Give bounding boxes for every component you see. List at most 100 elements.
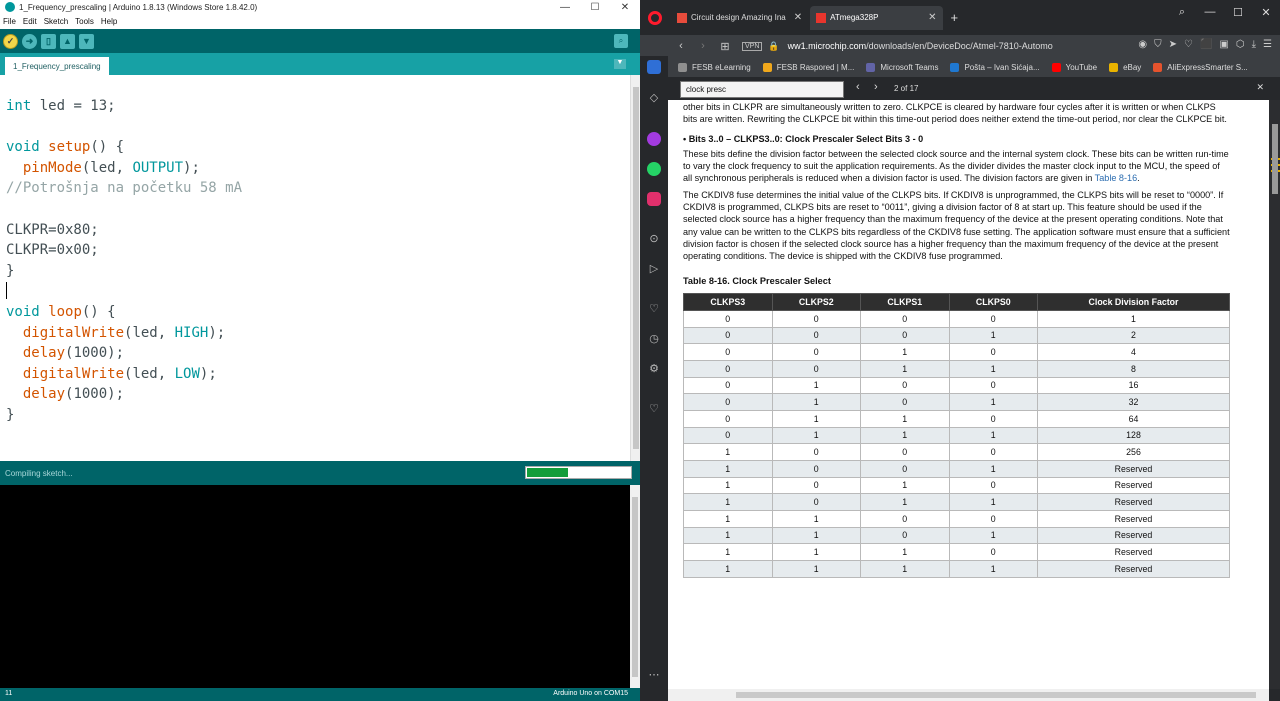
menu-file[interactable]: File xyxy=(3,17,16,26)
open-icon[interactable]: ▲ xyxy=(60,33,75,49)
find-previous-icon[interactable]: ‹ xyxy=(856,81,860,93)
download-icon[interactable]: ⤓ xyxy=(1252,39,1256,50)
shield-icon[interactable]: ⛉ xyxy=(1154,39,1162,50)
url-field[interactable]: ww1.microchip.com/downloads/en/DeviceDoc… xyxy=(788,41,1053,51)
line-number: 11 xyxy=(5,690,13,697)
table-row: 1 1 0 0 Reserved xyxy=(683,510,1230,528)
tab-menu-icon[interactable]: ▼ xyxy=(614,59,626,69)
table-cell: 0 xyxy=(683,376,773,395)
menu-sketch[interactable]: Sketch xyxy=(44,17,68,26)
code-line: } xyxy=(6,262,15,279)
table-cell: 0 xyxy=(948,376,1038,395)
table-cell: 0 xyxy=(771,326,861,345)
bookmark-icon xyxy=(678,62,687,72)
close-tab-icon[interactable]: ✕ xyxy=(928,12,936,23)
upload-icon[interactable]: ➜ xyxy=(22,33,37,49)
bookmark-aliexpress[interactable]: AliExpressSmarter S... xyxy=(1153,62,1248,72)
bookmark-microsoft-teams[interactable]: Microsoft Teams xyxy=(866,62,938,72)
vpn-badge[interactable]: VPN xyxy=(742,41,763,51)
serial-monitor-icon[interactable]: ⌕ xyxy=(614,34,628,48)
opera-logo-icon[interactable] xyxy=(648,10,662,25)
verify-icon[interactable]: ✓ xyxy=(3,33,18,49)
back-icon[interactable]: ‹ xyxy=(670,40,692,52)
code-line: } xyxy=(6,406,15,423)
editor-scrollbar[interactable] xyxy=(630,75,640,461)
more-icon[interactable]: ⋯ xyxy=(646,668,662,681)
bookmark-posta[interactable]: Pošta – Ivan Sićaja... xyxy=(950,62,1040,72)
section-heading: • Bits 3..0 – CLKPS3..0: Clock Prescaler… xyxy=(683,133,924,144)
output-console[interactable] xyxy=(0,485,640,688)
lock-icon[interactable]: 🔒 xyxy=(768,41,779,52)
menu-icon[interactable]: ☰ xyxy=(1263,39,1272,50)
whatsapp-icon[interactable] xyxy=(647,162,661,176)
tips-icon[interactable]: ♡ xyxy=(646,402,662,415)
table-cell: 1 xyxy=(771,543,861,562)
new-icon[interactable]: ▯ xyxy=(41,33,56,49)
tiles-icon[interactable]: ⊞ xyxy=(714,40,736,53)
tab-atmega328p[interactable]: ATmega328P ✕ xyxy=(810,5,943,30)
bookmark-fesb-elearning[interactable]: FESB eLearning xyxy=(678,62,751,72)
code-line: delay(1000); xyxy=(22,345,125,362)
close-icon[interactable]: ✕ xyxy=(1252,6,1280,19)
console-scrollbar[interactable] xyxy=(630,485,640,688)
pdf-vertical-scrollbar[interactable] xyxy=(1269,100,1280,689)
code-editor[interactable]: int led = 13; void setup() { pinMode(led… xyxy=(0,75,640,461)
menu-edit[interactable]: Edit xyxy=(23,17,37,26)
pdf-horizontal-scrollbar[interactable] xyxy=(668,689,1269,701)
new-tab-icon[interactable]: + xyxy=(951,10,959,25)
table-row: 1 0 1 0 Reserved xyxy=(683,476,1230,495)
pdf-viewer[interactable]: other bits in CLKPR are simultaneously w… xyxy=(668,100,1280,689)
history-icon[interactable]: ◷ xyxy=(646,332,662,345)
tab-circuit-design[interactable]: Circuit design Amazing Ina ✕ xyxy=(671,6,808,30)
menu-help[interactable]: Help xyxy=(101,17,117,26)
minimize-icon[interactable]: — xyxy=(1196,6,1224,19)
pdf-scroll-thumb[interactable] xyxy=(1272,124,1278,194)
maximize-icon[interactable]: ☐ xyxy=(580,2,610,13)
cube-icon[interactable]: ⬡ xyxy=(1236,39,1245,50)
forward-icon[interactable]: › xyxy=(692,40,714,52)
close-tab-icon[interactable]: ✕ xyxy=(794,12,802,23)
table-caption: Table 8-16. Clock Prescaler Select xyxy=(683,275,831,286)
find-input[interactable] xyxy=(680,81,844,98)
maximize-icon[interactable]: ☐ xyxy=(1224,6,1252,19)
footer-bar: 11 Arduino Uno on COM15 xyxy=(0,688,640,701)
pdf-hscroll-thumb[interactable] xyxy=(736,692,1256,698)
bookmark-youtube[interactable]: YouTube xyxy=(1051,62,1097,72)
messenger-icon[interactable] xyxy=(647,132,661,146)
heart-icon[interactable]: ♡ xyxy=(646,302,662,315)
close-icon[interactable]: ✕ xyxy=(610,2,640,13)
minimize-icon[interactable]: — xyxy=(550,2,580,13)
table-cell: Reserved xyxy=(1037,526,1230,545)
editor-scroll-thumb[interactable] xyxy=(633,87,639,449)
settings-icon[interactable]: ⚙ xyxy=(646,362,662,375)
player-icon[interactable]: ⊙ xyxy=(646,232,662,245)
sketch-tab-bar: 1_Frequency_prescaling ▼ xyxy=(0,53,640,75)
table-row: 1 1 0 1 Reserved xyxy=(683,526,1230,545)
camera-icon[interactable]: ◉ xyxy=(1138,39,1147,50)
search-tabs-icon[interactable]: ⌕ xyxy=(1168,6,1196,19)
heart-icon[interactable]: ♡ xyxy=(1184,39,1193,50)
instagram-icon[interactable] xyxy=(647,192,661,206)
code-line: delay(1000); xyxy=(22,386,125,403)
table-cell: 1 xyxy=(948,393,1038,411)
extension-icon[interactable]: ⬛ xyxy=(1200,39,1212,50)
aliexpress-icon xyxy=(1153,62,1163,72)
menu-tools[interactable]: Tools xyxy=(75,17,94,26)
sketch-tab[interactable]: 1_Frequency_prescaling xyxy=(5,57,109,75)
flow-icon[interactable]: ◇ xyxy=(646,91,662,104)
send-icon[interactable]: ➤ xyxy=(1169,39,1177,50)
table-cell: 0 xyxy=(860,376,950,395)
code-text[interactable]: int led = 13; void setup() { pinMode(led… xyxy=(6,96,242,426)
table-cell: 0 xyxy=(948,409,1038,428)
browser-window-controls: ⌕ — ☐ ✕ xyxy=(1168,6,1280,19)
home-icon[interactable] xyxy=(647,60,661,74)
send-icon[interactable]: ▷ xyxy=(646,262,662,275)
bookmark-fesb-raspored[interactable]: FESB Raspored | M... xyxy=(762,62,854,72)
bookmark-ebay[interactable]: eBay xyxy=(1109,62,1141,72)
save-icon[interactable]: ▼ xyxy=(79,33,94,49)
table-link[interactable]: Table 8-16 xyxy=(1095,173,1137,183)
console-scroll-thumb[interactable] xyxy=(632,497,638,677)
wallet-icon[interactable]: ▣ xyxy=(1219,39,1228,50)
find-next-icon[interactable]: › xyxy=(874,81,878,93)
find-close-icon[interactable]: ✕ xyxy=(1256,82,1264,93)
